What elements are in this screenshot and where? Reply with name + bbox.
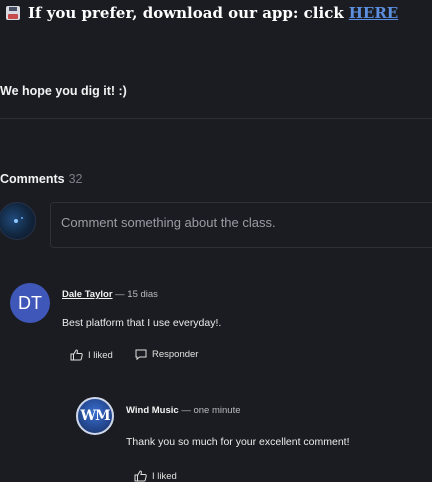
- thumbs-up-icon: [70, 349, 83, 361]
- comment-bubble-icon: [135, 349, 147, 360]
- banner-text: If you prefer, download our app: click: [28, 4, 344, 22]
- thumbs-up-icon: [134, 470, 147, 482]
- reply-author-link[interactable]: Wind Music: [126, 405, 179, 416]
- like-button[interactable]: I liked: [70, 349, 113, 361]
- avatar-dale-taylor[interactable]: DT: [10, 283, 50, 323]
- avatar-wind-music[interactable]: WM: [76, 397, 114, 435]
- reply-time: — one minute: [181, 405, 241, 416]
- reply-like-label: I liked: [152, 470, 177, 482]
- download-app-link[interactable]: HERE: [349, 4, 399, 22]
- comment-meta: Dale Taylor — 15 dias: [62, 289, 158, 300]
- comments-heading: Comments 32: [0, 172, 83, 186]
- like-label: I liked: [88, 349, 113, 361]
- comment-text: Best platform that I use everyday!.: [62, 317, 222, 329]
- reply-meta: Wind Music — one minute: [126, 405, 241, 416]
- current-user-avatar: [0, 202, 36, 240]
- reply-label: Responder: [152, 349, 199, 360]
- comments-count: 32: [68, 172, 83, 186]
- comment-time: — 15 dias: [115, 289, 158, 300]
- reply-like-button[interactable]: I liked: [134, 470, 177, 482]
- section-divider: [0, 118, 432, 119]
- comment-author-link[interactable]: Dale Taylor: [62, 289, 113, 300]
- intro-text: We hope you dig it! :): [0, 84, 127, 98]
- reply-button[interactable]: Responder: [135, 349, 198, 360]
- app-download-banner: If you prefer, download our app: click H…: [6, 4, 398, 22]
- reply-text: Thank you so much for your excellent com…: [126, 436, 350, 448]
- comments-title: Comments: [0, 172, 65, 186]
- floppy-disk-icon: [6, 6, 20, 20]
- comment-input[interactable]: Comment something about the class.: [50, 202, 432, 248]
